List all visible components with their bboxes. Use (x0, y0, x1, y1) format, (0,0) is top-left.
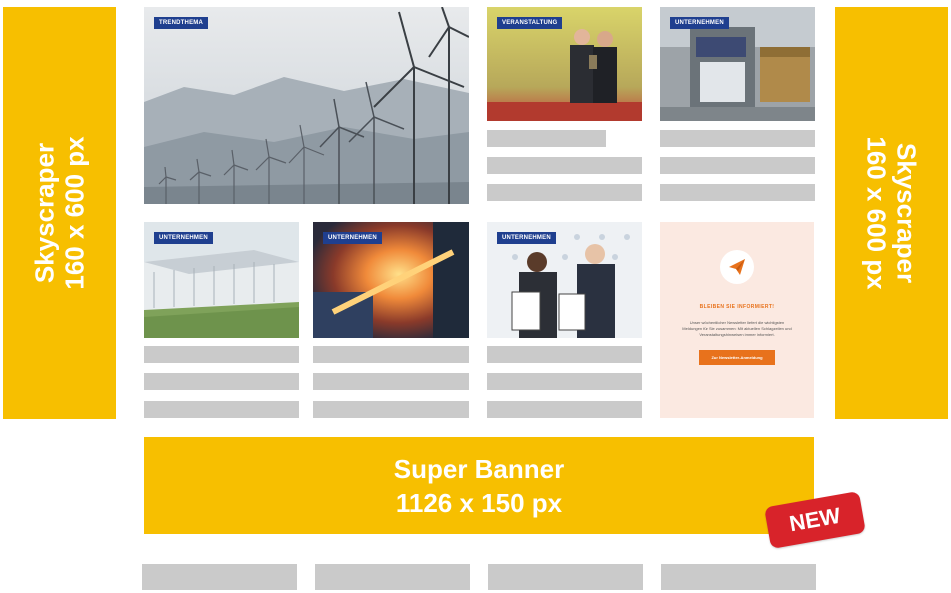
placeholder-bottom-bar (142, 564, 297, 590)
placeholder-text-bar (144, 373, 299, 390)
newsletter-body: Unser wöchentlicher Newsletter liefert d… (682, 320, 792, 337)
placeholder-bottom-bar (315, 564, 470, 590)
category-tag: UNTERNEHMEN (670, 17, 729, 29)
placeholder-bottom-bar (488, 564, 643, 590)
newsletter-title: BLEIBEN SIE INFORMIERT! (699, 304, 775, 310)
super-banner-line1: Super Banner (393, 453, 565, 484)
placeholder-headline-bar (660, 130, 815, 147)
placeholder-text-bar (660, 184, 815, 201)
skyscraper-ad-right: Skyscraper 160 x 600 px (835, 7, 948, 419)
placeholder-text-bar (660, 157, 815, 174)
article-tile-event[interactable]: VERANSTALTUNG (487, 7, 642, 121)
placeholder-text-bar (487, 373, 642, 390)
article-tile-factory[interactable]: UNTERNEHMEN (144, 222, 299, 338)
article-tile-steel[interactable]: UNTERNEHMEN (313, 222, 469, 338)
placeholder-text-bar (144, 401, 299, 418)
article-tile-machinery[interactable]: UNTERNEHMEN (660, 7, 815, 121)
article-tile-award[interactable]: UNTERNEHMEN (487, 222, 642, 338)
placeholder-headline-bar (144, 346, 299, 363)
super-banner-line2: 1126 x 150 px (395, 487, 563, 518)
placeholder-text-bar (313, 401, 469, 418)
placeholder-bottom-bar (661, 564, 816, 590)
placeholder-headline-bar (487, 130, 606, 147)
placeholder-text-bar (313, 373, 469, 390)
skyscraper-left-label: Skyscraper 160 x 600 px (30, 136, 90, 289)
placeholder-headline-bar (487, 346, 642, 363)
skyscraper-left-line2: 160 x 600 px (59, 136, 90, 290)
newsletter-signup-card: BLEIBEN SIE INFORMIERT! Unser wöchentlic… (660, 222, 814, 418)
category-tag: UNTERNEHMEN (497, 232, 556, 244)
skyscraper-right-label: Skyscraper 160 x 600 px (862, 136, 922, 289)
wind-turbines-image (144, 7, 469, 204)
skyscraper-ad-left: Skyscraper 160 x 600 px (3, 7, 116, 419)
super-banner-ad: Super Banner 1126 x 150 px (144, 437, 814, 534)
category-tag: UNTERNEHMEN (323, 232, 382, 244)
skyscraper-left-line1: Skyscraper (29, 142, 60, 284)
skyscraper-right-line2: 160 x 600 px (861, 136, 892, 290)
paper-plane-icon (720, 250, 754, 284)
skyscraper-right-line1: Skyscraper (891, 142, 922, 284)
category-tag: TRENDTHEMA (154, 17, 208, 29)
category-tag: VERANSTALTUNG (497, 17, 563, 29)
newsletter-signup-button[interactable]: Zur Newsletter-Anmeldung (699, 350, 775, 365)
placeholder-text-bar (487, 401, 642, 418)
placeholder-text-bar (487, 157, 642, 174)
category-tag: UNTERNEHMEN (154, 232, 213, 244)
article-tile-wind-turbines[interactable]: TRENDTHEMA (144, 7, 469, 204)
placeholder-text-bar (487, 184, 642, 201)
placeholder-headline-bar (313, 346, 469, 363)
